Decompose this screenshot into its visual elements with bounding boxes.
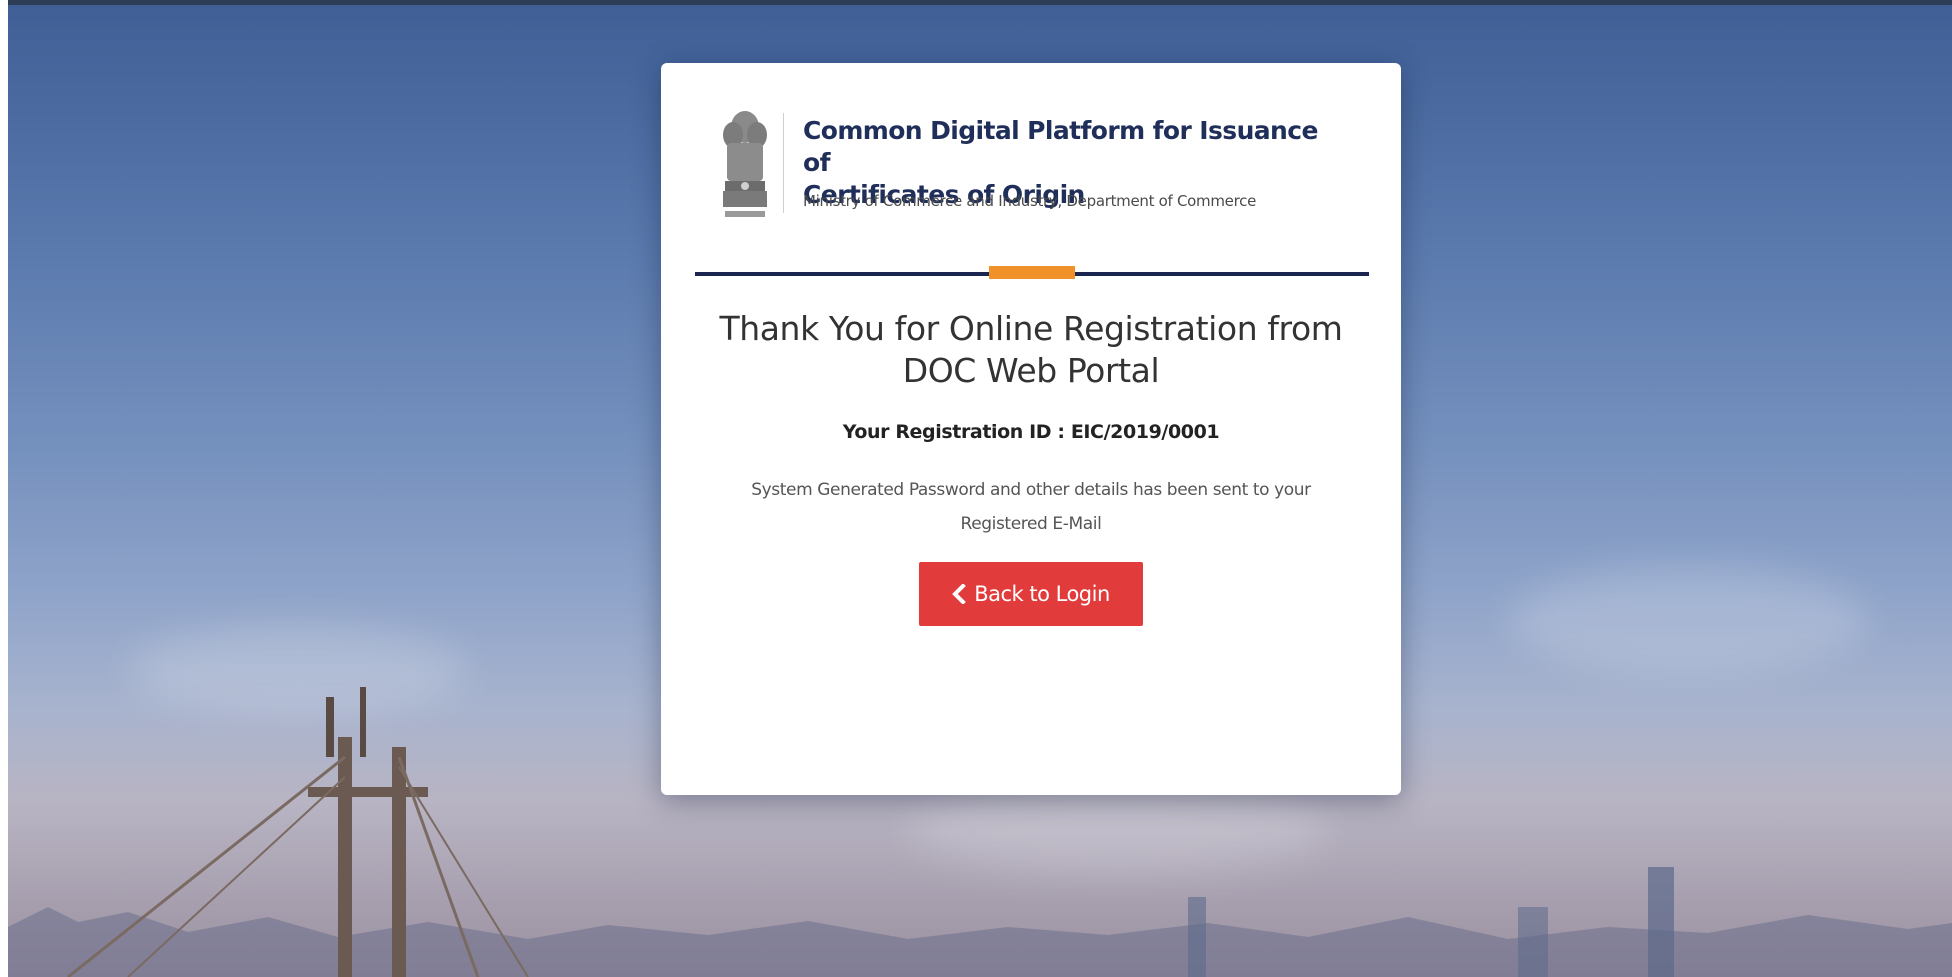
thank-you-heading: Thank You for Online Registration from D… bbox=[681, 308, 1381, 392]
back-to-login-label: Back to Login bbox=[974, 582, 1110, 606]
password-sent-info: System Generated Password and other deta… bbox=[681, 473, 1381, 541]
thank-you-heading-line-1: Thank You for Online Registration from bbox=[719, 309, 1343, 348]
platform-title-line-1: Common Digital Platform for Issuance of bbox=[803, 116, 1318, 177]
password-sent-info-line-1: System Generated Password and other deta… bbox=[751, 480, 1311, 500]
thank-you-heading-line-2: DOC Web Portal bbox=[902, 351, 1160, 390]
password-sent-info-line-2: Registered E-Mail bbox=[960, 514, 1102, 534]
registration-id-label: Your Registration ID : bbox=[842, 421, 1071, 443]
registration-confirmation-card: Common Digital Platform for Issuance of … bbox=[661, 63, 1401, 795]
header-divider bbox=[783, 113, 784, 213]
national-emblem-icon bbox=[723, 111, 767, 217]
registration-id-value: EIC/2019/0001 bbox=[1070, 421, 1220, 443]
browser-top-edge bbox=[0, 0, 1952, 5]
header-rule-accent bbox=[989, 266, 1075, 279]
back-to-login-button[interactable]: Back to Login bbox=[919, 562, 1143, 626]
ministry-subtitle: Ministry of Commerce and Industry, Depar… bbox=[803, 192, 1257, 210]
chevron-left-icon bbox=[952, 584, 967, 604]
card-header: Common Digital Platform for Issuance of … bbox=[713, 105, 1349, 225]
background-cloud bbox=[1508, 565, 1868, 675]
left-edge-strip bbox=[0, 0, 8, 977]
registration-id: Your Registration ID : EIC/2019/0001 bbox=[681, 421, 1381, 443]
